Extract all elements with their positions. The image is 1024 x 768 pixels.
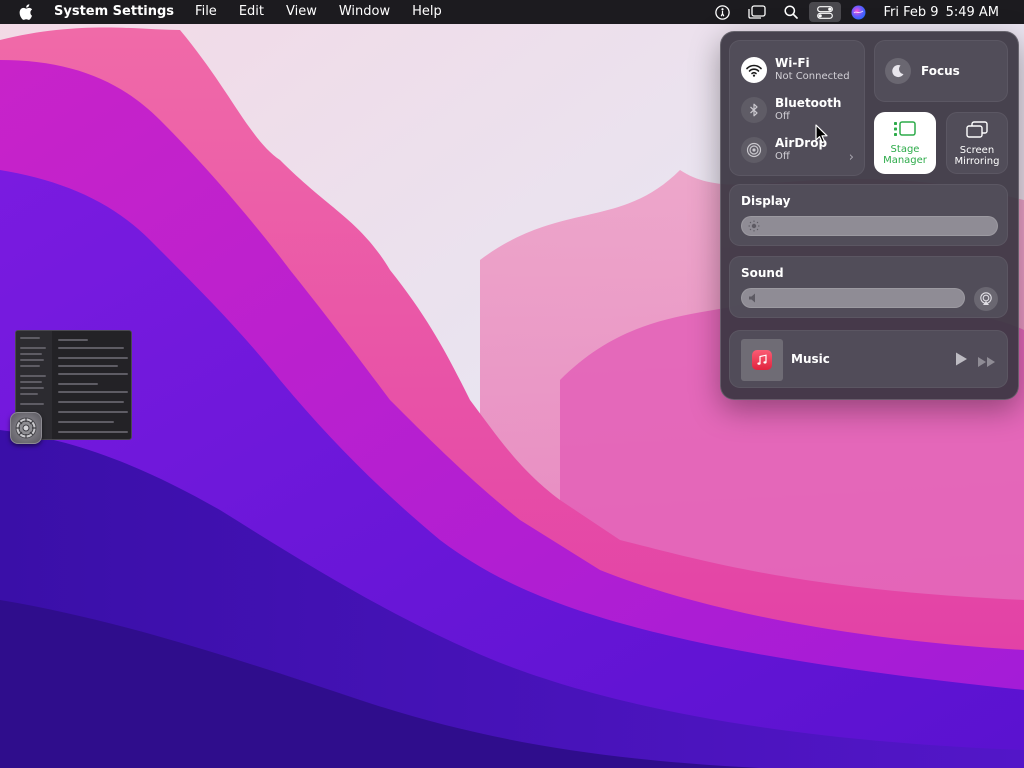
thumbnail-line — [58, 347, 124, 349]
sound-tile: Sound — [729, 256, 1008, 318]
stage-manager-icon[interactable] — [740, 0, 774, 24]
album-art — [741, 339, 783, 381]
app-menu[interactable]: System Settings — [52, 0, 184, 24]
thumbnail-line — [20, 347, 46, 349]
menu-view[interactable]: View — [275, 0, 328, 24]
music-app-icon — [752, 350, 772, 370]
airdrop-chevron-right-icon[interactable]: › — [849, 150, 854, 165]
thumbnail-line — [58, 401, 124, 403]
thumbnail-line — [20, 359, 44, 361]
speaker-icon — [749, 293, 755, 303]
bluetooth-status: Off — [775, 111, 790, 122]
thumbnail-line — [58, 431, 128, 433]
thumbnail-line — [58, 357, 128, 359]
thumbnail-line — [20, 393, 38, 395]
airplay-audio-button[interactable] — [974, 287, 998, 311]
clock-date: Fri Feb 9 — [883, 4, 939, 20]
wifi-label: Wi-Fi — [775, 56, 810, 70]
wifi-toggle[interactable]: Wi-Fi Not Connected — [741, 55, 861, 85]
now-playing-tile[interactable]: Music — [729, 330, 1008, 388]
menu-help[interactable]: Help — [401, 0, 453, 24]
wifi-status: Not Connected — [775, 71, 850, 82]
thumbnail-line — [58, 391, 128, 393]
thumbnail-line — [58, 411, 128, 413]
stage-manager-window-group[interactable] — [10, 330, 134, 446]
thumbnail-line — [20, 375, 46, 377]
screen-mirroring-button[interactable]: Screen Mirroring — [946, 112, 1008, 174]
mouse-pointer-icon — [815, 124, 828, 144]
thumbnail-line — [58, 421, 114, 423]
sun-icon — [748, 220, 760, 232]
sound-label: Sound — [741, 266, 784, 280]
thumbnail-line — [20, 365, 40, 367]
airdrop-toggle[interactable]: AirDrop Off — [741, 135, 861, 165]
thumbnail-line — [20, 353, 42, 355]
bluetooth-toggle[interactable]: Bluetooth Off — [741, 95, 861, 125]
brightness-slider[interactable] — [741, 216, 998, 236]
display-tile: Display — [729, 184, 1008, 246]
screen-mirroring-label-line2: Mirroring — [954, 156, 1000, 167]
control-center-panel: Wi-Fi Not Connected Bluetooth Off AirDro… — [720, 31, 1019, 400]
thumbnail-line — [58, 373, 128, 375]
airplay-audio-icon — [980, 292, 992, 305]
menu-window[interactable]: Window — [328, 0, 401, 24]
menu-edit[interactable]: Edit — [228, 0, 275, 24]
wifi-icon[interactable] — [741, 57, 767, 83]
focus-tile[interactable]: Focus — [874, 40, 1008, 102]
stage-manager-label-line1: Stage — [890, 144, 920, 155]
thumbnail-line — [20, 337, 40, 339]
stage-manager-toggle[interactable]: Stage Manager — [874, 112, 936, 174]
thumbnail-line — [20, 381, 42, 383]
control-center-icon[interactable] — [808, 2, 841, 22]
fast-forward-icon[interactable] — [977, 353, 997, 372]
apple-menu-icon[interactable] — [0, 0, 52, 24]
thumbnail-line — [58, 365, 118, 367]
menubar-clock[interactable]: Fri Feb 9 5:49 AM — [876, 5, 1024, 20]
play-icon[interactable] — [954, 351, 968, 371]
system-settings-icon[interactable] — [10, 412, 42, 444]
menu-bar: System Settings File Edit View Window He… — [0, 0, 1024, 24]
airdrop-icon[interactable] — [741, 137, 767, 163]
thumbnail-line — [58, 339, 88, 341]
search-icon[interactable] — [774, 0, 808, 24]
airdrop-status: Off — [775, 151, 790, 162]
screen-mirroring-label-line1: Screen — [959, 145, 995, 156]
screen-mirroring-icon — [966, 121, 988, 138]
now-playing-title: Music — [791, 352, 830, 366]
bluetooth-icon[interactable] — [741, 97, 767, 123]
siri-icon[interactable] — [842, 0, 876, 24]
moon-icon — [885, 58, 911, 84]
stage-manager-tile-icon — [894, 121, 916, 136]
bluetooth-label: Bluetooth — [775, 96, 842, 110]
stage-manager-label-line2: Manager — [883, 155, 927, 166]
accessibility-icon[interactable] — [706, 0, 740, 24]
focus-label: Focus — [921, 64, 960, 78]
thumbnail-line — [20, 403, 44, 405]
thumbnail-line — [20, 387, 44, 389]
network-tile: Wi-Fi Not Connected Bluetooth Off AirDro… — [729, 40, 865, 176]
thumbnail-line — [58, 383, 98, 385]
volume-slider[interactable] — [741, 288, 965, 308]
display-label: Display — [741, 194, 791, 208]
clock-time: 5:49 AM — [945, 4, 999, 20]
menu-file[interactable]: File — [184, 0, 228, 24]
